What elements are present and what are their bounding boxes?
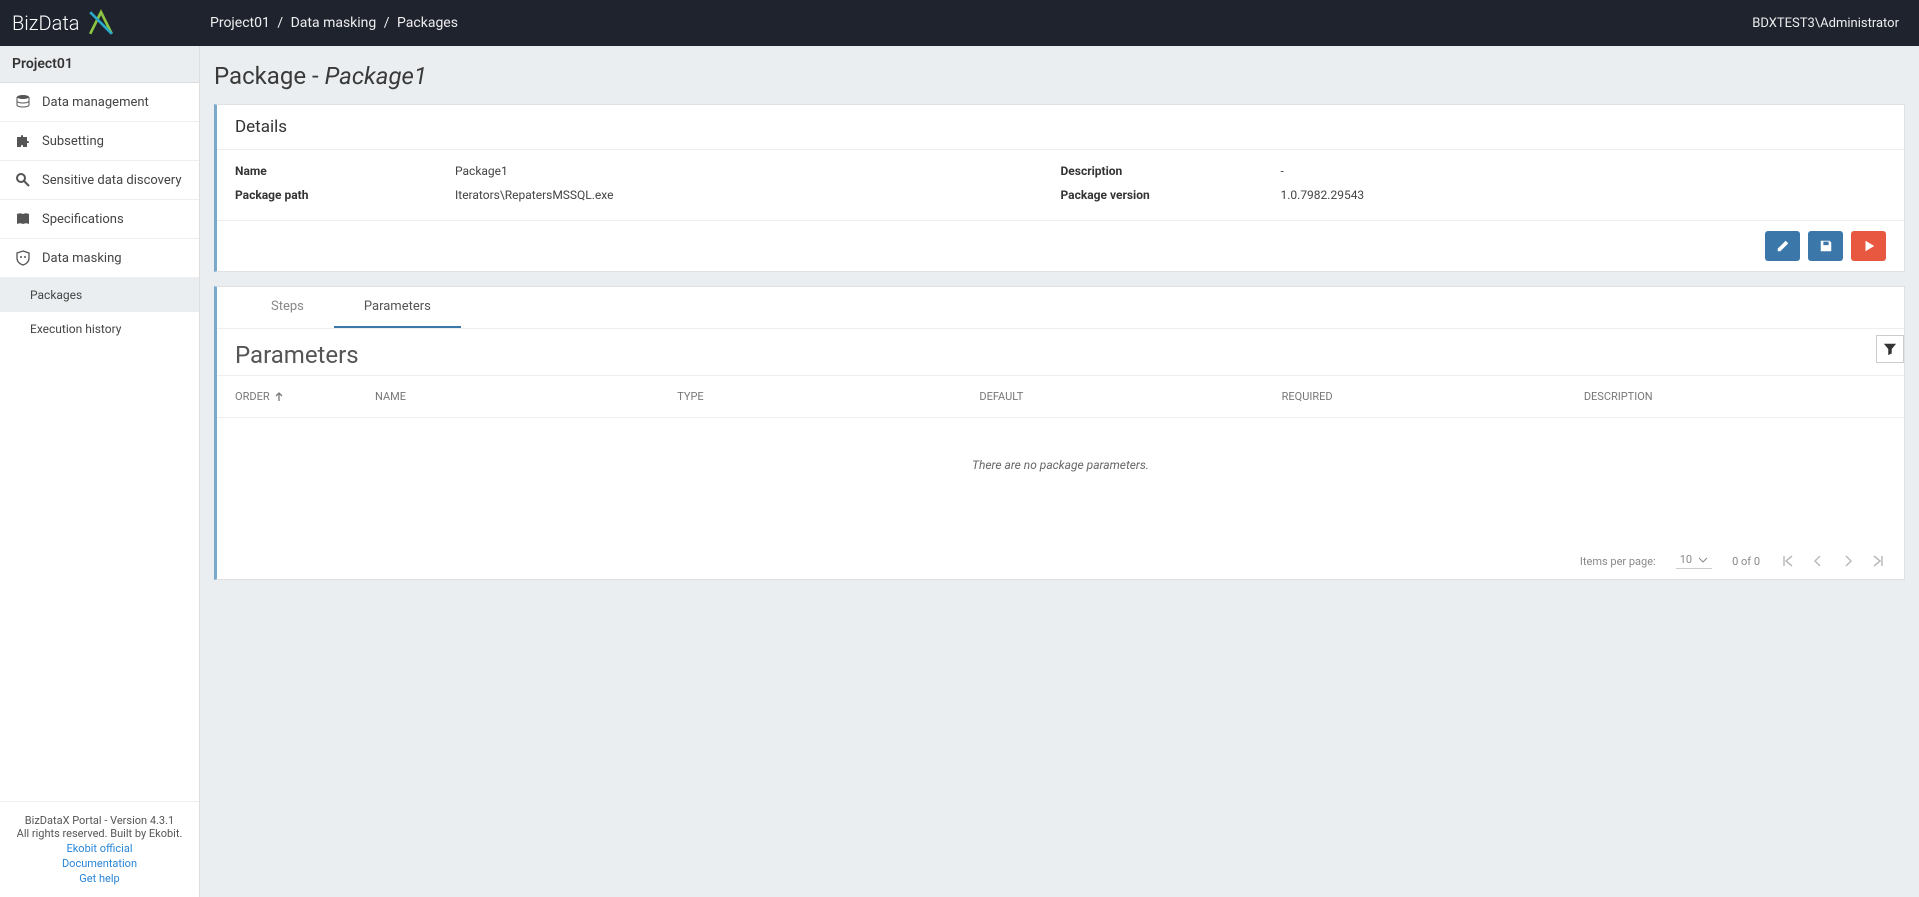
book-icon	[12, 210, 34, 228]
next-page-button[interactable]	[1840, 553, 1856, 569]
detail-label-version: Package version	[1061, 188, 1281, 202]
subtabs: Steps Parameters	[217, 287, 1904, 329]
sidebar-item-label: Data management	[42, 95, 149, 110]
first-page-button[interactable]	[1780, 553, 1796, 569]
paginator: Items per page: 10 0 of 0	[217, 542, 1904, 579]
th-order[interactable]: ORDER	[235, 390, 375, 403]
tab-parameters[interactable]: Parameters	[334, 287, 461, 328]
footer-link-documentation[interactable]: Documentation	[8, 857, 191, 870]
sidebar-subitem-packages[interactable]: Packages	[0, 278, 199, 312]
detail-value-description: -	[1281, 164, 1284, 178]
footer-rights: All rights reserved. Built by Ekobit.	[8, 827, 191, 840]
first-page-icon	[1780, 553, 1796, 569]
sort-asc-icon	[274, 392, 284, 402]
sidebar-item-label: Sensitive data discovery	[42, 173, 181, 188]
disk-icon	[1819, 239, 1833, 253]
sidebar-item-specifications[interactable]: Specifications	[0, 200, 199, 239]
filter-icon	[1883, 342, 1897, 356]
sidebar-item-label: Data masking	[42, 251, 122, 266]
user-label[interactable]: BDXTEST3\Administrator	[1752, 16, 1907, 31]
search-icon	[12, 171, 34, 189]
empty-parameters-message: There are no package parameters.	[217, 418, 1904, 542]
chevron-down-icon	[1698, 557, 1708, 563]
last-page-button[interactable]	[1870, 553, 1886, 569]
sidebar-item-data-masking[interactable]: Data masking	[0, 239, 199, 278]
database-icon	[12, 93, 34, 111]
page-title: Package - Package1	[214, 62, 1905, 90]
chevron-left-icon	[1810, 553, 1826, 569]
sidebar-subitem-execution-history[interactable]: Execution history	[0, 312, 199, 346]
chevron-right-icon	[1840, 553, 1856, 569]
sidebar-item-label: Packages	[30, 288, 82, 302]
th-description[interactable]: DESCRIPTION	[1584, 390, 1886, 403]
pencil-icon	[1776, 239, 1790, 253]
puzzle-icon	[12, 132, 34, 150]
breadcrumb: Project01 / Data masking / Packages	[210, 15, 458, 31]
breadcrumb-item[interactable]: Data masking	[291, 15, 377, 31]
mask-icon	[12, 249, 34, 267]
th-type[interactable]: TYPE	[677, 390, 979, 403]
items-per-page-select[interactable]: 10	[1676, 553, 1712, 569]
last-page-icon	[1870, 553, 1886, 569]
sidebar-item-label: Specifications	[42, 212, 124, 227]
tab-steps[interactable]: Steps	[241, 287, 334, 328]
run-button[interactable]	[1851, 231, 1886, 261]
footer-version: BizDataX Portal - Version 4.3.1	[8, 814, 191, 827]
sidebar-item-sensitive-discovery[interactable]: Sensitive data discovery	[0, 161, 199, 200]
sidebar: Project01 Data management Subsetting Sen…	[0, 46, 200, 897]
parameters-table-header: ORDER NAME TYPE DEFAULT REQUIRED DESCRIP…	[217, 375, 1904, 418]
save-button[interactable]	[1808, 231, 1843, 261]
th-required[interactable]: REQUIRED	[1282, 390, 1584, 403]
prev-page-button[interactable]	[1810, 553, 1826, 569]
filter-button[interactable]	[1876, 335, 1904, 363]
sidebar-item-label: Subsetting	[42, 134, 104, 149]
detail-label-path: Package path	[235, 188, 455, 202]
sidebar-item-label: Execution history	[30, 322, 121, 336]
section-title-parameters: Parameters	[235, 335, 1876, 369]
sidebar-item-subsetting[interactable]: Subsetting	[0, 122, 199, 161]
detail-value-version: 1.0.7982.29543	[1281, 188, 1365, 202]
detail-label-name: Name	[235, 164, 455, 178]
parameters-card: Steps Parameters Parameters ORDER NAME T…	[214, 286, 1905, 580]
details-card-header: Details	[217, 105, 1904, 150]
sidebar-project-title[interactable]: Project01	[0, 46, 199, 83]
play-icon	[1862, 239, 1876, 253]
footer-link-help[interactable]: Get help	[8, 872, 191, 885]
logo-text: BizData	[12, 11, 79, 35]
paginator-label: Items per page:	[1580, 555, 1656, 568]
paginator-range: 0 of 0	[1732, 555, 1760, 568]
footer-link-ekobit[interactable]: Ekobit official	[8, 842, 191, 855]
main-content: Package - Package1 Details Name Package1…	[200, 46, 1919, 897]
logo-icon	[83, 5, 119, 41]
detail-value-path: Iterators\RepatersMSSQL.exe	[455, 188, 614, 202]
breadcrumb-item[interactable]: Project01	[210, 15, 270, 31]
sidebar-item-data-management[interactable]: Data management	[0, 83, 199, 122]
sidebar-footer: BizDataX Portal - Version 4.3.1 All righ…	[0, 801, 199, 897]
breadcrumb-item[interactable]: Packages	[397, 15, 458, 31]
detail-value-name: Package1	[455, 164, 508, 178]
th-name[interactable]: NAME	[375, 390, 677, 403]
app-header: BizData Project01 / Data masking / Packa…	[0, 0, 1919, 46]
th-default[interactable]: DEFAULT	[979, 390, 1281, 403]
detail-label-description: Description	[1061, 164, 1281, 178]
edit-button[interactable]	[1765, 231, 1800, 261]
details-card: Details Name Package1 Description - Pack…	[214, 104, 1905, 272]
logo[interactable]: BizData	[12, 5, 200, 41]
